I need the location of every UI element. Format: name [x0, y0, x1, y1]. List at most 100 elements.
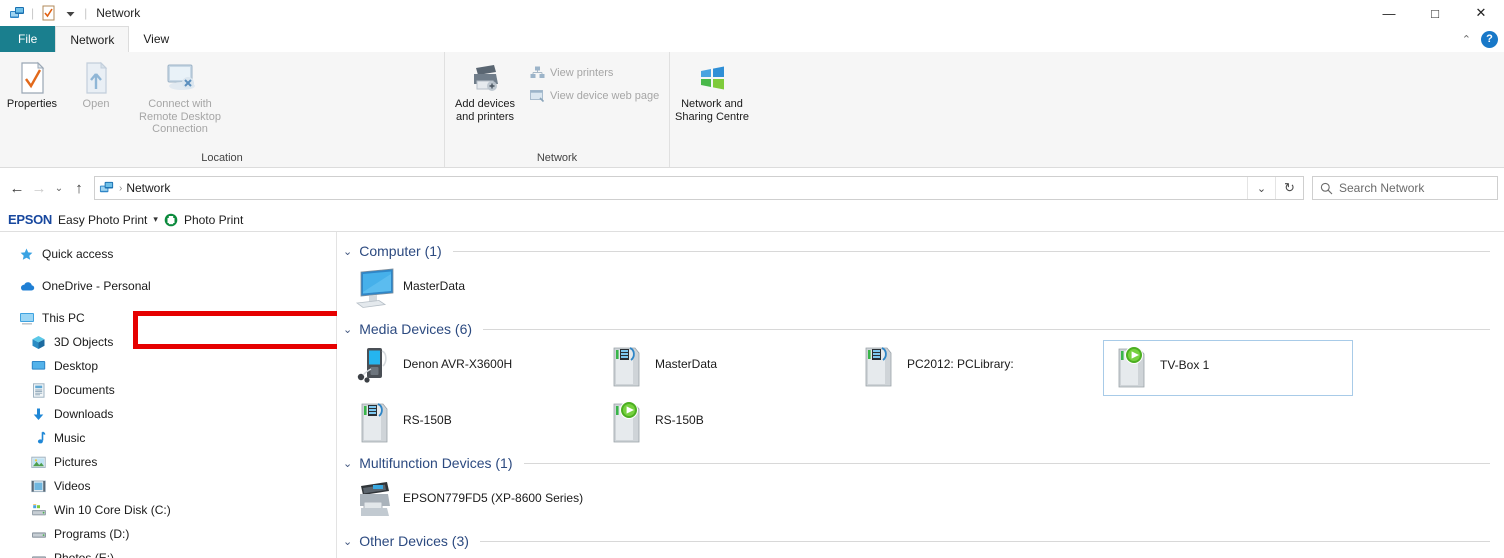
section-header-multifunction-devices[interactable]: ⌄ Multifunction Devices (1): [337, 452, 1504, 474]
sidebar-item-win10-core-disk[interactable]: Win 10 Core Disk (C:): [0, 498, 336, 522]
list-item[interactable]: EPSON779FD5: [637, 552, 887, 558]
search-box[interactable]: Search Network: [1312, 176, 1498, 200]
list-item[interactable]: EPSON779FD5 (XP-8600 Series): [347, 474, 647, 530]
sidebar-item-photos-e[interactable]: Photos (E:): [0, 546, 336, 558]
section-rule: [479, 540, 1490, 542]
list-item[interactable]: Denon AVR-X3600H: [347, 340, 599, 396]
minimize-button[interactable]: —: [1366, 0, 1412, 26]
section-items-media-devices: Denon AVR-X3600H MasterData PC2012: PCLi…: [337, 340, 1504, 452]
list-item[interactable]: PC2012: PCLibrary:: [851, 340, 1103, 396]
address-bar[interactable]: › Network ⌄ ↻: [94, 176, 1304, 200]
sidebar-item-label: Win 10 Core Disk (C:): [54, 503, 171, 517]
sidebar-item-label: Quick access: [42, 247, 114, 261]
tab-view[interactable]: View: [129, 26, 183, 52]
list-item[interactable]: Spice-and-toast-Box: [887, 552, 1147, 558]
chevron-down-icon[interactable]: ⌄: [343, 323, 352, 336]
ribbon-group-location: Properties Open Connect with Remote Desk…: [0, 52, 445, 167]
title-bar: | | Network — □ ✕: [0, 0, 1504, 26]
recent-locations-button[interactable]: ⌄: [50, 174, 68, 202]
sidebar-item-music[interactable]: Music: [0, 426, 336, 450]
star-pin-icon: [18, 246, 35, 263]
properties-checkmark-icon[interactable]: [37, 2, 59, 24]
sidebar-item-videos[interactable]: Videos: [0, 474, 336, 498]
media-server-icon: [353, 400, 397, 448]
address-dropdown-icon[interactable]: ⌄: [1247, 177, 1275, 199]
list-item[interactable]: MasterData: [599, 340, 851, 396]
network-and-sharing-centre-button[interactable]: Network and Sharing Centre: [670, 56, 754, 123]
section-header-other-devices[interactable]: ⌄ Other Devices (3): [337, 530, 1504, 552]
list-item-label: RS-150B: [655, 413, 704, 427]
list-item-label: PC2012: PCLibrary:: [907, 357, 1014, 371]
windows-logo-icon: [697, 61, 727, 95]
sidebar-item-desktop[interactable]: Desktop: [0, 354, 336, 378]
qat-dropdown-icon[interactable]: [59, 2, 81, 24]
window-title: Network: [96, 6, 141, 20]
sidebar-item-onedrive[interactable]: OneDrive - Personal: [0, 274, 336, 298]
tab-file[interactable]: File: [0, 26, 56, 52]
open-button[interactable]: Open: [64, 56, 128, 111]
epson-toolbar: EPSON Easy Photo Print ▾ Photo Print: [0, 208, 1504, 232]
breadcrumb-path: Network: [126, 181, 171, 195]
view-printers-button[interactable]: View printers: [525, 64, 663, 82]
easy-photo-print-menu[interactable]: Easy Photo Print: [58, 213, 147, 227]
maximize-button[interactable]: □: [1412, 0, 1458, 26]
breadcrumb-separator[interactable]: ›: [119, 183, 122, 194]
sidebar-item-documents[interactable]: Documents: [0, 378, 336, 402]
add-devices-and-printers-button[interactable]: Add devices and printers: [445, 56, 525, 123]
sidebar-item-this-pc[interactable]: This PC: [0, 306, 336, 330]
view-printers-label: View printers: [550, 67, 614, 79]
close-button[interactable]: ✕: [1458, 0, 1504, 26]
sidebar-item-programs-d[interactable]: Programs (D:): [0, 522, 336, 546]
videos-icon: [30, 478, 47, 495]
ribbon-tab-actions: ⌃ ?: [1462, 26, 1498, 52]
chevron-down-icon[interactable]: ▾: [153, 214, 158, 225]
sidebar-item-label: This PC: [42, 311, 85, 325]
tab-network[interactable]: Network: [55, 26, 130, 52]
back-button[interactable]: ←: [6, 174, 28, 202]
connect-remote-desktop-label: Connect with Remote Desktop Connection: [139, 98, 221, 136]
list-item[interactable]: EPSON779FD5 (XP-8600 Series): [347, 552, 637, 558]
chevron-down-icon[interactable]: ⌄: [343, 457, 352, 470]
items-view: ⌄ Computer (1) MasterData ⌄ Media Device…: [337, 232, 1504, 558]
list-item[interactable]: TV-Box 1: [1103, 340, 1353, 396]
breadcrumb-network-icon: [95, 180, 119, 196]
ribbon-group-sharing: Network and Sharing Centre: [670, 52, 770, 167]
cloud-icon: [18, 278, 35, 295]
this-pc-icon: [18, 310, 35, 327]
properties-button[interactable]: Properties: [0, 56, 64, 111]
chevron-down-icon[interactable]: ⌄: [343, 535, 352, 548]
photo-print-button[interactable]: Photo Print: [184, 213, 243, 227]
section-header-computer[interactable]: ⌄ Computer (1): [337, 240, 1504, 262]
up-button[interactable]: ↑: [68, 174, 90, 202]
media-renderer-icon: [1110, 345, 1154, 393]
search-placeholder: Search Network: [1339, 181, 1425, 195]
section-items-other-devices: EPSON779FD5 (XP-8600 Series) EPSON779FD5: [337, 552, 1504, 558]
section-rule: [483, 328, 1490, 330]
explorer-body: Quick access OneDrive - Personal This PC: [0, 232, 1504, 558]
section-title: Other Devices (3): [359, 533, 469, 549]
section-rule: [523, 462, 1490, 464]
help-button[interactable]: ?: [1481, 30, 1498, 48]
section-items-computer: MasterData: [337, 262, 1504, 318]
forward-button[interactable]: →: [28, 174, 50, 202]
section-header-media-devices[interactable]: ⌄ Media Devices (6): [337, 318, 1504, 340]
sidebar-item-downloads[interactable]: Downloads: [0, 402, 336, 426]
collapse-ribbon-icon[interactable]: ⌃: [1462, 33, 1471, 46]
refresh-icon[interactable]: ↻: [1275, 177, 1303, 199]
sidebar-item-quick-access[interactable]: Quick access: [0, 242, 336, 266]
chevron-down-icon[interactable]: ⌄: [343, 245, 352, 258]
media-server-icon: [857, 344, 901, 392]
view-device-web-page-button[interactable]: View device web page: [525, 87, 663, 105]
sidebar-item-pictures[interactable]: Pictures: [0, 450, 336, 474]
list-item[interactable]: RS-150B: [347, 396, 599, 452]
sidebar-item-3d-objects[interactable]: 3D Objects: [0, 330, 336, 354]
music-icon: [30, 430, 47, 447]
list-item[interactable]: MasterData: [347, 262, 599, 318]
network-icon: [6, 2, 28, 24]
epson-print-icon: [164, 213, 178, 227]
3d-objects-icon: [30, 334, 47, 351]
list-item[interactable]: RS-150B: [599, 396, 851, 452]
connect-remote-desktop-button[interactable]: Connect with Remote Desktop Connection: [128, 56, 232, 136]
section-items-multifunction-devices: EPSON779FD5 (XP-8600 Series): [337, 474, 1504, 530]
